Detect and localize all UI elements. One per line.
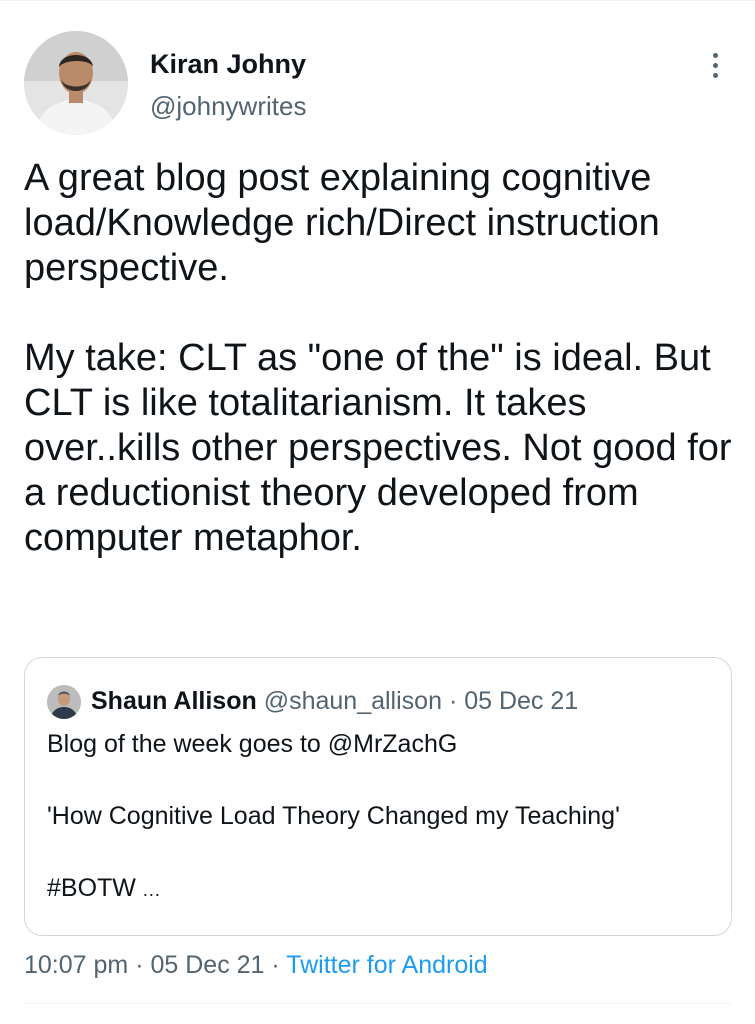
tweet-meta: 10:07 pm · 05 Dec 21 · Twitter for Andro… (24, 951, 488, 980)
meta-separator: · (135, 951, 144, 979)
quoted-text-line: 'How Cognitive Load Theory Changed my Te… (47, 802, 620, 830)
quoted-tweet-text: Blog of the week goes to @MrZachG 'How C… (47, 728, 717, 906)
quoted-author-avatar[interactable] (47, 685, 81, 719)
truncation-ellipsis: ... (142, 880, 161, 900)
quoted-separator: · (448, 687, 458, 715)
author-name[interactable]: Kiran Johny (150, 49, 306, 80)
more-dot (712, 62, 718, 68)
quoted-author-name[interactable]: Shaun Allison (91, 687, 257, 715)
quoted-author-handle[interactable]: @shaun_allison (264, 687, 442, 715)
author-handle[interactable]: @johnywrites (150, 91, 306, 122)
hashtag[interactable]: #BOTW (47, 874, 136, 902)
divider (24, 1003, 732, 1004)
quoted-tweet-header: Shaun Allison @shaun_allison · 05 Dec 21 (91, 685, 578, 717)
author-avatar[interactable] (24, 31, 128, 135)
quoted-profile-photo-icon (47, 685, 81, 719)
more-dot (712, 52, 718, 58)
tweet-source-link[interactable]: Twitter for Android (286, 951, 487, 979)
quoted-date: 05 Dec 21 (464, 687, 579, 715)
tweet-time[interactable]: 10:07 pm (24, 951, 128, 979)
tweet: Kiran Johny @johnywrites A great blog po… (0, 0, 755, 1024)
quoted-tweet[interactable]: Shaun Allison @shaun_allison · 05 Dec 21… (24, 657, 732, 936)
quoted-text-line: Blog of the week goes to @MrZachG (47, 730, 458, 758)
tweet-date[interactable]: 05 Dec 21 (150, 951, 264, 979)
quoted-text-line: #BOTW ... (47, 872, 717, 906)
more-options-icon[interactable] (700, 47, 730, 83)
meta-separator: · (271, 951, 280, 979)
tweet-text: A great blog post explaining cognitive l… (24, 157, 732, 559)
profile-photo-icon (24, 31, 128, 135)
more-dot (712, 72, 718, 78)
